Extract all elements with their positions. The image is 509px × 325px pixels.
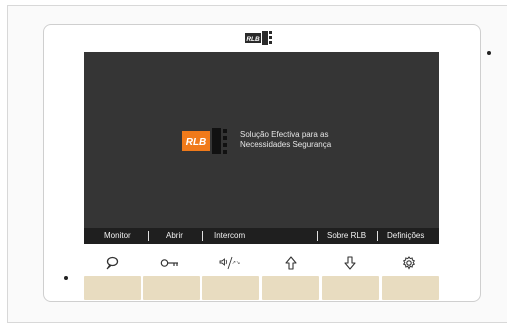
key-abrir[interactable]: [143, 276, 200, 300]
menu-separator: [377, 231, 378, 241]
menu-item-abrir[interactable]: Abrir: [166, 228, 183, 244]
menu-item-sobre-rlb[interactable]: Sobre RLB: [327, 228, 366, 244]
intercom-volume-icon: ↗↘: [218, 253, 242, 273]
key-down[interactable]: [322, 276, 379, 300]
key-monitor[interactable]: [84, 276, 141, 300]
arrow-up-icon: [279, 253, 303, 273]
menu-bar: Monitor Abrir Intercom Sobre RLB Definiç…: [84, 228, 439, 244]
splash-tagline: Solução Efectiva para as Necessidades Se…: [240, 130, 331, 150]
key-intercom[interactable]: [202, 276, 259, 300]
key-up[interactable]: [262, 276, 319, 300]
key-row: [84, 276, 439, 300]
icon-row: ↗↘: [84, 253, 439, 273]
gear-icon: [397, 253, 421, 273]
menu-separator: [148, 231, 149, 241]
svg-text:RLB: RLB: [246, 36, 260, 43]
tagline-line-1: Solução Efectiva para as: [240, 130, 329, 139]
intercom-device: RLB RLB Solução Efectiva para as Necessi…: [0, 0, 509, 325]
tagline-line-2: Necessidades Segurança: [240, 140, 332, 149]
rlb-logo: RLB: [182, 128, 227, 154]
menu-item-monitor[interactable]: Monitor: [104, 228, 131, 244]
menu-item-definicoes[interactable]: Definições: [387, 228, 424, 244]
side-indicator-dot: [487, 51, 491, 55]
menu-item-intercom[interactable]: Intercom: [214, 228, 245, 244]
svg-text:↗↘: ↗↘: [232, 260, 240, 266]
monitor-icon: [100, 253, 124, 273]
display-screen: RLB Solução Efectiva para as Necessidade…: [84, 52, 439, 244]
splash-block: RLB Solução Efectiva para as Necessidade…: [182, 125, 331, 155]
top-rlb-logo: RLB: [245, 31, 272, 45]
svg-text:RLB: RLB: [186, 137, 207, 148]
menu-separator: [202, 231, 203, 241]
key-settings[interactable]: [382, 276, 439, 300]
key-icon: [158, 253, 182, 273]
arrow-down-icon: [338, 253, 362, 273]
led-indicator-dot: [64, 276, 68, 280]
menu-separator: [317, 231, 318, 241]
